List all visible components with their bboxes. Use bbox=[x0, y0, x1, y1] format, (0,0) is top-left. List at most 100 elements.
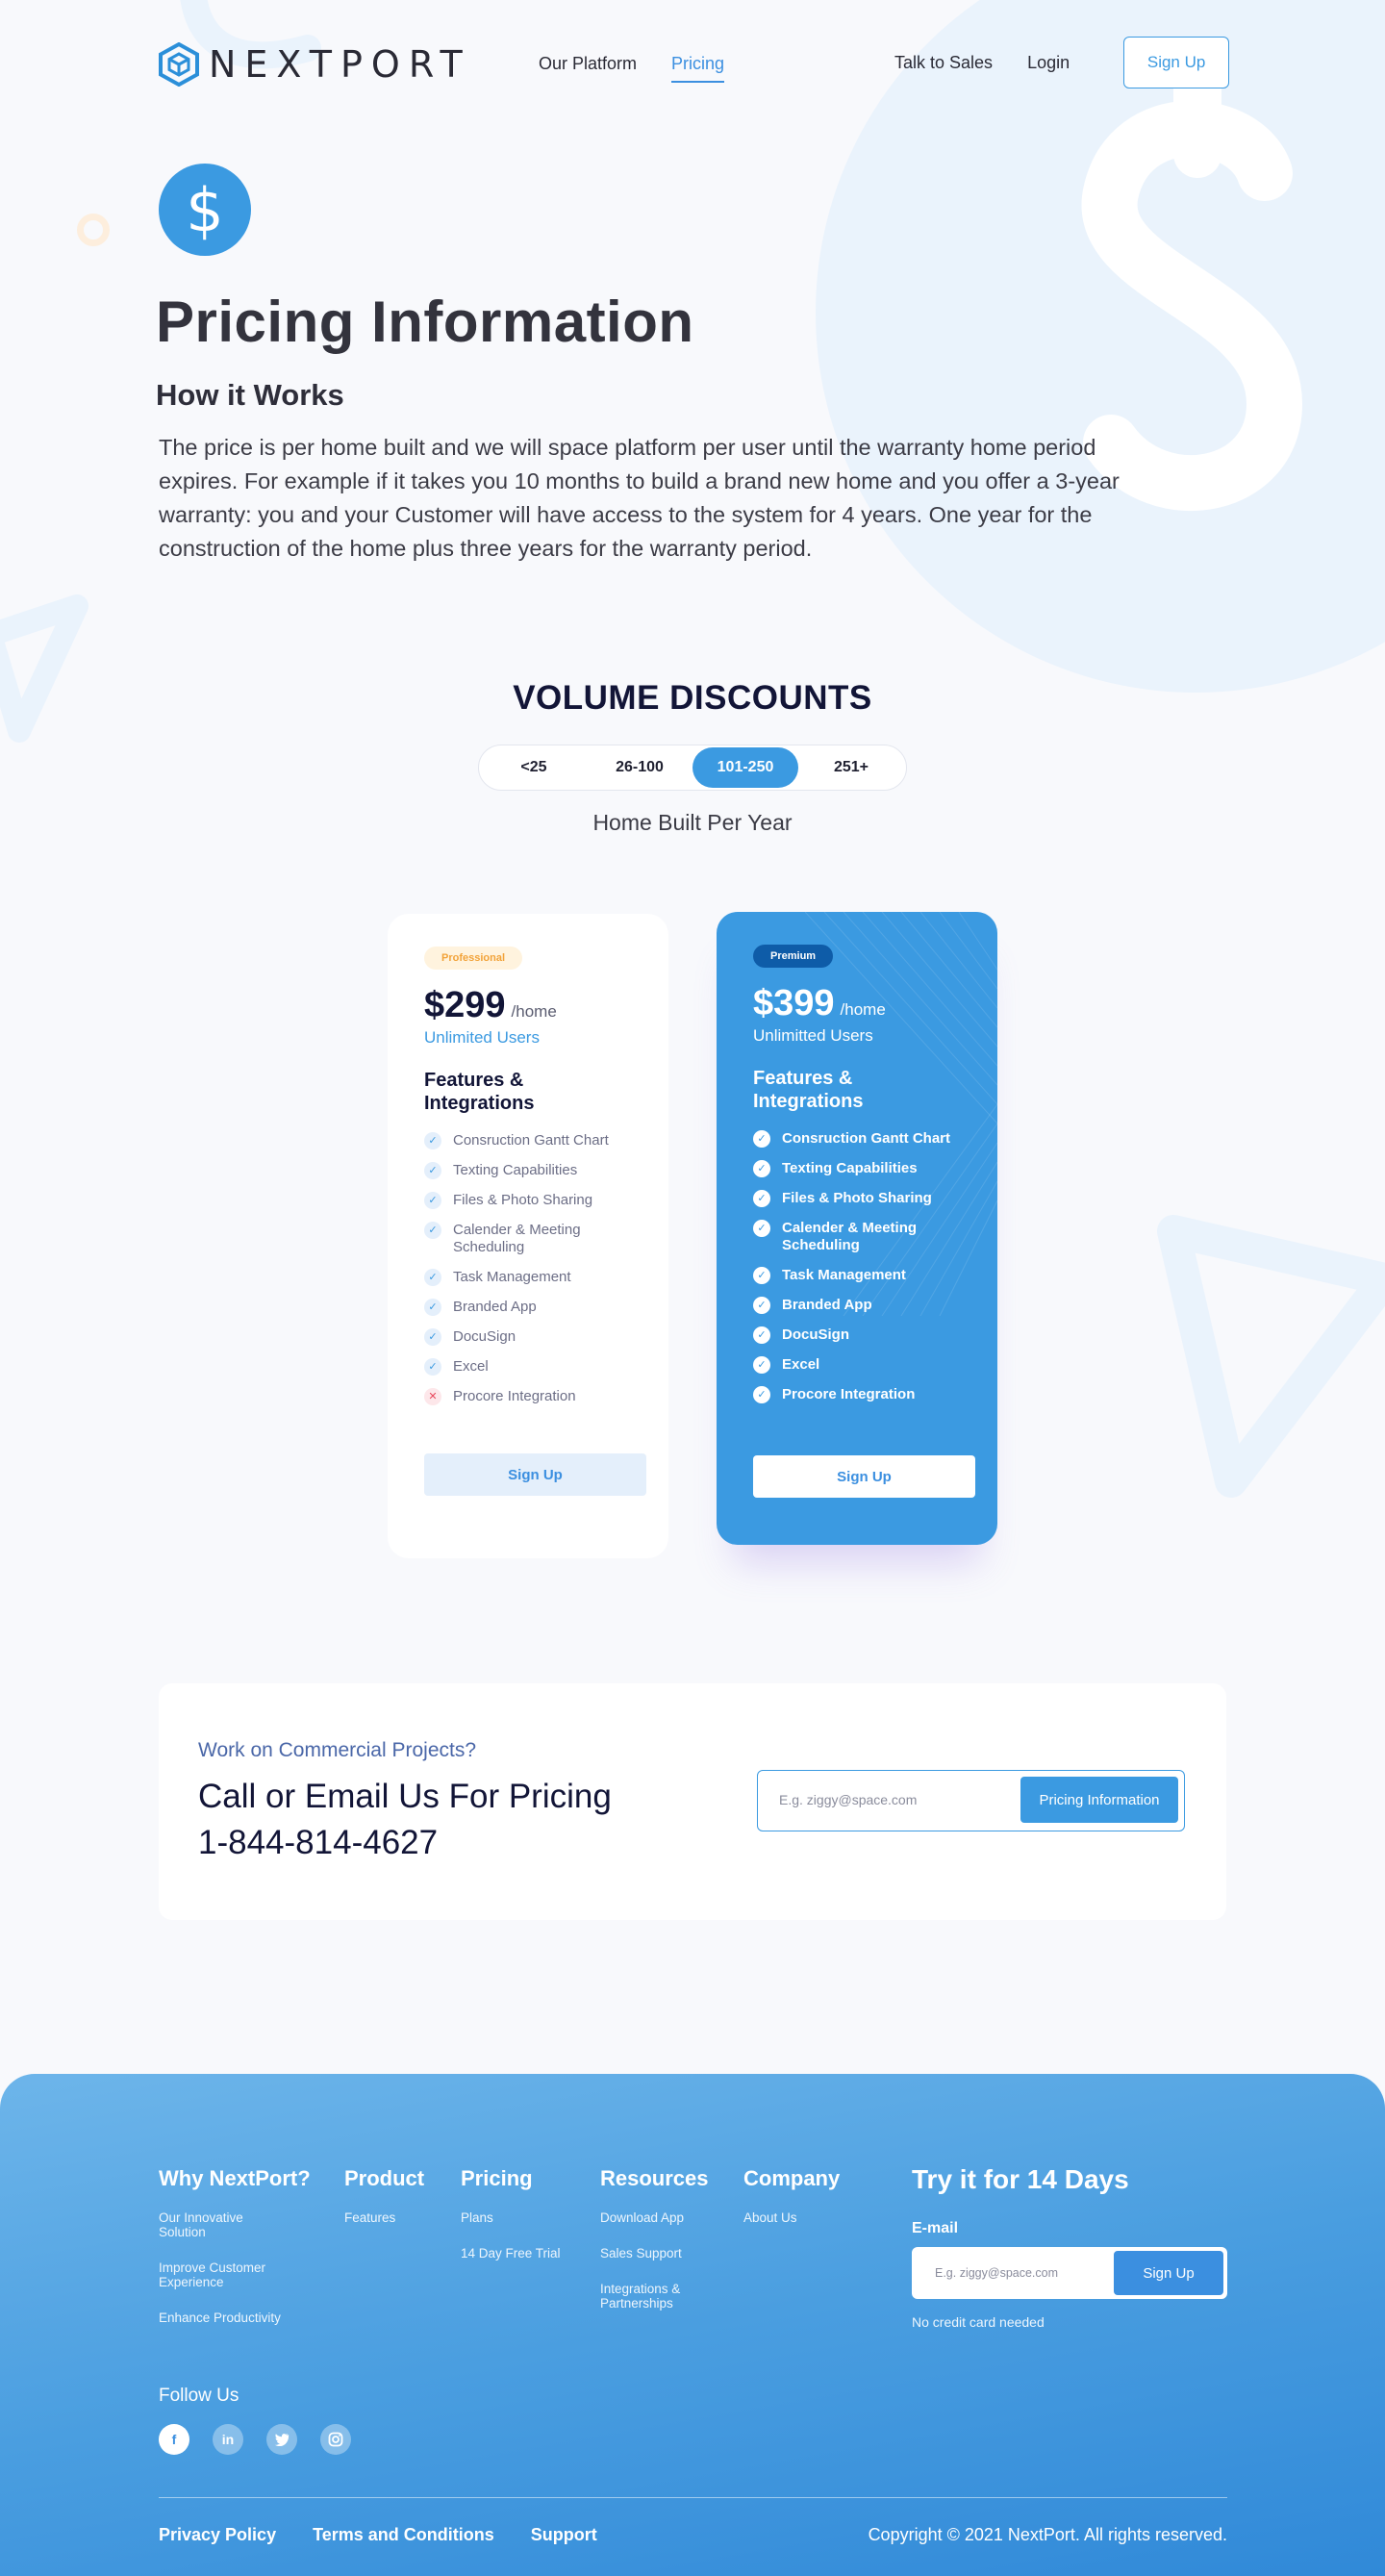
pricing-information-button[interactable]: Pricing Information bbox=[1020, 1777, 1178, 1823]
price-row: $299 /home bbox=[424, 985, 632, 1026]
plan-card-professional: Professional $299 /home Unlimited Users … bbox=[388, 914, 668, 1558]
social-links: f in bbox=[159, 2424, 351, 2455]
check-icon: ✓ bbox=[753, 1386, 770, 1403]
how-it-works-heading: How it Works bbox=[156, 378, 344, 412]
site-header: NEXTPORT Our Platform Pricing Talk to Sa… bbox=[0, 0, 1385, 125]
nav-our-platform[interactable]: Our Platform bbox=[539, 54, 637, 74]
trial-signup-button[interactable]: Sign Up bbox=[1114, 2251, 1223, 2295]
volume-discounts-title: VOLUME DISCOUNTS bbox=[513, 679, 872, 717]
feature-item: ✓ Excel bbox=[424, 1358, 632, 1376]
twitter-icon[interactable] bbox=[266, 2424, 297, 2455]
check-icon: ✓ bbox=[424, 1328, 441, 1346]
plan-badge: Premium bbox=[753, 945, 834, 968]
plan-unit: /home bbox=[840, 1000, 886, 1019]
feature-item: ✓ Files & Photo Sharing bbox=[424, 1192, 632, 1209]
commercial-contact-section: Work on Commercial Projects? Call or Ema… bbox=[159, 1683, 1226, 1920]
footer-column-title: Why NextPort? bbox=[159, 2166, 311, 2190]
check-icon: ✓ bbox=[753, 1297, 770, 1314]
footer-link[interactable]: Enhance Productivity bbox=[159, 2311, 284, 2325]
contact-kicker: Work on Commercial Projects? bbox=[198, 1739, 477, 1761]
footer-column-why: Why NextPort? Our Innovative Solution Im… bbox=[159, 2166, 311, 2346]
premium-signup-button[interactable]: Sign Up bbox=[753, 1455, 975, 1498]
check-icon: ✓ bbox=[753, 1160, 770, 1177]
feature-item: ✓ Branded App bbox=[753, 1297, 961, 1314]
check-icon: ✓ bbox=[424, 1299, 441, 1316]
feature-item: ✓ Task Management bbox=[424, 1269, 632, 1286]
footer-column-resources: Resources Download App Sales Support Int… bbox=[600, 2166, 725, 2332]
footer-bottom-links: Privacy Policy Terms and Conditions Supp… bbox=[159, 2525, 597, 2545]
instagram-shape bbox=[328, 2432, 343, 2447]
trial-signup: Try it for 14 Days E-mail Sign Up No cre… bbox=[912, 2164, 1227, 2330]
feature-item: ✓ Branded App bbox=[424, 1299, 632, 1316]
background-triangle-left bbox=[0, 594, 88, 743]
feature-item: ✓ Texting Capabilities bbox=[753, 1160, 961, 1177]
footer-link[interactable]: Plans bbox=[461, 2210, 561, 2225]
check-icon: ✓ bbox=[753, 1326, 770, 1344]
check-icon: ✓ bbox=[753, 1190, 770, 1207]
feature-item: ✓ Files & Photo Sharing bbox=[753, 1190, 961, 1207]
feature-item: ✓ Excel bbox=[753, 1356, 961, 1374]
support-link[interactable]: Support bbox=[531, 2525, 597, 2545]
linkedin-icon[interactable]: in bbox=[213, 2424, 243, 2455]
instagram-icon[interactable] bbox=[320, 2424, 351, 2455]
trial-note: No credit card needed bbox=[912, 2314, 1045, 2330]
feature-item: ✓ Texting Capabilities bbox=[424, 1162, 632, 1179]
price-row: $399 /home bbox=[753, 983, 961, 1024]
footer-link[interactable]: Improve Customer Experience bbox=[159, 2260, 284, 2289]
feature-item: ✓ Consruction Gantt Chart bbox=[753, 1130, 961, 1148]
logo-text: NEXTPORT bbox=[209, 43, 471, 86]
feature-item: ✓ DocuSign bbox=[424, 1328, 632, 1346]
footer-link[interactable]: Sales Support bbox=[600, 2246, 725, 2260]
plan-card-premium: Premium $399 /home Unlimitted Users Feat… bbox=[717, 912, 997, 1545]
twitter-bird-shape bbox=[274, 2434, 290, 2446]
footer-column-product: Product Features bbox=[344, 2166, 424, 2246]
footer-link[interactable]: Our Innovative Solution bbox=[159, 2210, 284, 2239]
tab-251-plus[interactable]: 251+ bbox=[798, 747, 904, 788]
contact-email-input[interactable] bbox=[779, 1792, 1010, 1807]
check-icon: ✓ bbox=[424, 1358, 441, 1376]
contact-headline-text: Call or Email Us For Pricing bbox=[198, 1778, 612, 1815]
footer-link[interactable]: Features bbox=[344, 2210, 424, 2225]
follow-us-label: Follow Us bbox=[159, 2386, 239, 2406]
page-title: Pricing Information bbox=[156, 290, 694, 354]
footer-link[interactable]: 14 Day Free Trial bbox=[461, 2246, 561, 2260]
nav-pricing[interactable]: Pricing bbox=[671, 54, 725, 83]
footer-link[interactable]: About Us bbox=[743, 2210, 840, 2225]
tab-under-25[interactable]: <25 bbox=[481, 747, 587, 788]
login-link[interactable]: Login bbox=[1027, 53, 1070, 73]
contact-phone[interactable]: 1-844-814-4627 bbox=[198, 1820, 612, 1866]
feature-item: ✓ Task Management bbox=[753, 1267, 961, 1284]
trial-email-label: E-mail bbox=[912, 2220, 959, 2236]
features-title: Features & Integrations bbox=[753, 1068, 864, 1112]
pricing-page: NEXTPORT Our Platform Pricing Talk to Sa… bbox=[0, 0, 1385, 2576]
professional-signup-button[interactable]: Sign Up bbox=[424, 1453, 646, 1496]
tab-26-100[interactable]: 26-100 bbox=[587, 747, 692, 788]
plan-users: Unlimitted Users bbox=[753, 1026, 873, 1045]
footer-column-title: Resources bbox=[600, 2166, 709, 2190]
footer-column-pricing: Pricing Plans 14 Day Free Trial bbox=[461, 2166, 561, 2282]
check-icon: ✓ bbox=[753, 1220, 770, 1237]
footer-link[interactable]: Download App bbox=[600, 2210, 725, 2225]
background-triangle-right bbox=[1157, 1215, 1385, 1498]
feature-item: ✓ Calender & Meeting Scheduling bbox=[753, 1220, 961, 1254]
footer-link[interactable]: Integrations & Partnerships bbox=[600, 2282, 725, 2311]
plan-price: $299 bbox=[424, 985, 506, 1025]
header-signup-button[interactable]: Sign Up bbox=[1123, 37, 1230, 88]
plan-users: Unlimited Users bbox=[424, 1028, 540, 1047]
talk-to-sales-link[interactable]: Talk to Sales bbox=[894, 53, 993, 73]
facebook-icon[interactable]: f bbox=[159, 2424, 189, 2455]
logo[interactable]: NEXTPORT bbox=[159, 42, 471, 87]
tab-101-250[interactable]: 101-250 bbox=[692, 747, 798, 788]
main-nav: Our Platform Pricing bbox=[539, 54, 725, 83]
contact-headline: Call or Email Us For Pricing 1-844-814-4… bbox=[198, 1774, 612, 1866]
check-icon: ✓ bbox=[424, 1132, 441, 1149]
features-title: Features & Integrations bbox=[424, 1070, 535, 1114]
plan-badge: Professional bbox=[424, 947, 523, 970]
check-icon: ✓ bbox=[753, 1267, 770, 1284]
trial-email-input[interactable] bbox=[935, 2266, 1108, 2280]
terms-link[interactable]: Terms and Conditions bbox=[313, 2525, 494, 2545]
volume-tabs: <25 26-100 101-250 251+ bbox=[478, 745, 907, 791]
check-icon: ✓ bbox=[424, 1269, 441, 1286]
trial-title: Try it for 14 Days bbox=[912, 2164, 1129, 2194]
privacy-policy-link[interactable]: Privacy Policy bbox=[159, 2525, 276, 2545]
